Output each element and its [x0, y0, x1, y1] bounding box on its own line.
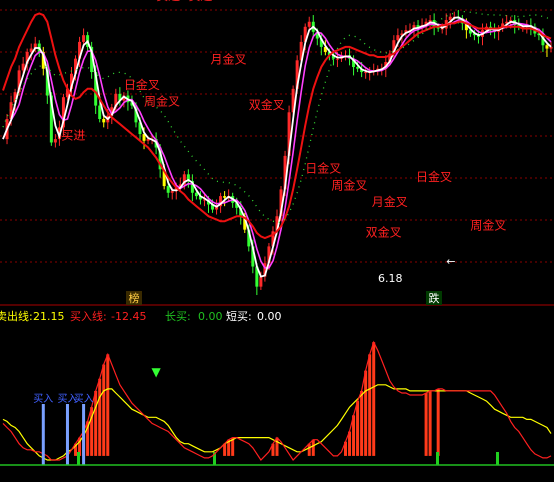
low-arrow-icon: ← [446, 255, 455, 268]
osc-bar [106, 354, 110, 456]
legend-short-buy-value: 0.00 [257, 310, 282, 323]
legend-sell-line-value: 21.15 [33, 310, 65, 323]
candle-body [82, 35, 86, 42]
cross-tag: 周金叉 [331, 177, 367, 192]
osc-bar [102, 364, 106, 456]
candle-body [364, 72, 368, 74]
cross-tag: 周金叉 [144, 94, 180, 109]
ma-red-line [2, 12, 552, 240]
candle-body [194, 192, 198, 197]
osc-bar [360, 390, 364, 456]
candle-body [102, 119, 106, 123]
signal-bar [41, 404, 45, 465]
cross-tag: 月金叉 [211, 52, 247, 67]
legend-buy-line-value: -12.45 [111, 310, 146, 323]
legend-long-buy-value: 0.00 [198, 310, 223, 323]
candle-body [98, 105, 102, 119]
candle-body [307, 21, 311, 27]
cross-tag: 日金叉 [124, 77, 160, 92]
osc-bar [94, 390, 98, 456]
candle-body [335, 58, 339, 60]
price-ma-lines [2, 10, 552, 278]
candle-body [545, 45, 549, 49]
trade-marker: 卖进 [188, 0, 212, 3]
low-price-label: 6.18 [378, 272, 403, 285]
cross-tag: 日金叉 [416, 169, 452, 184]
bottom-tag-1: 榜 [126, 291, 142, 305]
candle-body [223, 196, 227, 198]
cross-tag: 月金叉 [372, 194, 408, 209]
long-buy-bar [77, 452, 80, 465]
down-arrow-icon: ▼ [152, 365, 162, 379]
bottom-tag-2: 跌 [426, 291, 442, 305]
stock-chart[interactable]: 日金叉周金叉月金叉双金叉日金叉周金叉月金叉双金叉日金叉周金叉买进卖进卖进← 6.… [0, 0, 554, 482]
osc-bar [436, 388, 440, 456]
oscillator-legend: 卖出线: 21.15 买入线: -12.45 长买: 0.00 短买: 0.00 [0, 309, 282, 323]
legend-short-buy-label: 短买: [226, 309, 252, 323]
candle-body [549, 46, 553, 49]
legend-long-buy-label: 长买: [165, 310, 191, 323]
signal-bar [82, 404, 86, 465]
long-buy-bar [496, 452, 499, 465]
signal-bar [65, 404, 69, 465]
osc-bar [424, 392, 428, 456]
candle-body [396, 35, 400, 41]
cross-tag: 周金叉 [470, 218, 506, 233]
signal-label: 买入 [33, 393, 53, 405]
osc-bar [275, 437, 279, 456]
svg-text:跌: 跌 [429, 291, 440, 305]
trade-marker: 卖进 [156, 0, 180, 3]
candle-body [170, 191, 174, 193]
cross-tag: 日金叉 [305, 161, 341, 176]
svg-text:榜: 榜 [129, 291, 140, 305]
osc-bar [372, 342, 376, 456]
legend-buy-line-label: 买入线: [70, 309, 107, 323]
candle-body [259, 276, 263, 287]
long-buy-bar [436, 452, 439, 465]
osc-bar [368, 354, 372, 456]
cross-tag: 双金叉 [249, 97, 285, 112]
price-annotations: 日金叉周金叉月金叉双金叉日金叉周金叉月金叉双金叉日金叉周金叉买进卖进卖进← [61, 0, 506, 268]
signal-label: 买入 [74, 393, 94, 405]
candle-body [166, 186, 170, 193]
trade-marker: 买进 [61, 128, 85, 142]
cross-tag: 双金叉 [366, 224, 402, 239]
osc-bar [428, 390, 432, 456]
osc-bar [311, 439, 315, 456]
osc-bar [356, 401, 360, 456]
candle-body [53, 139, 57, 143]
osc-bar [98, 378, 102, 456]
osc-bar [364, 370, 368, 456]
legend-sell-line-label: 卖出线: [0, 309, 33, 323]
